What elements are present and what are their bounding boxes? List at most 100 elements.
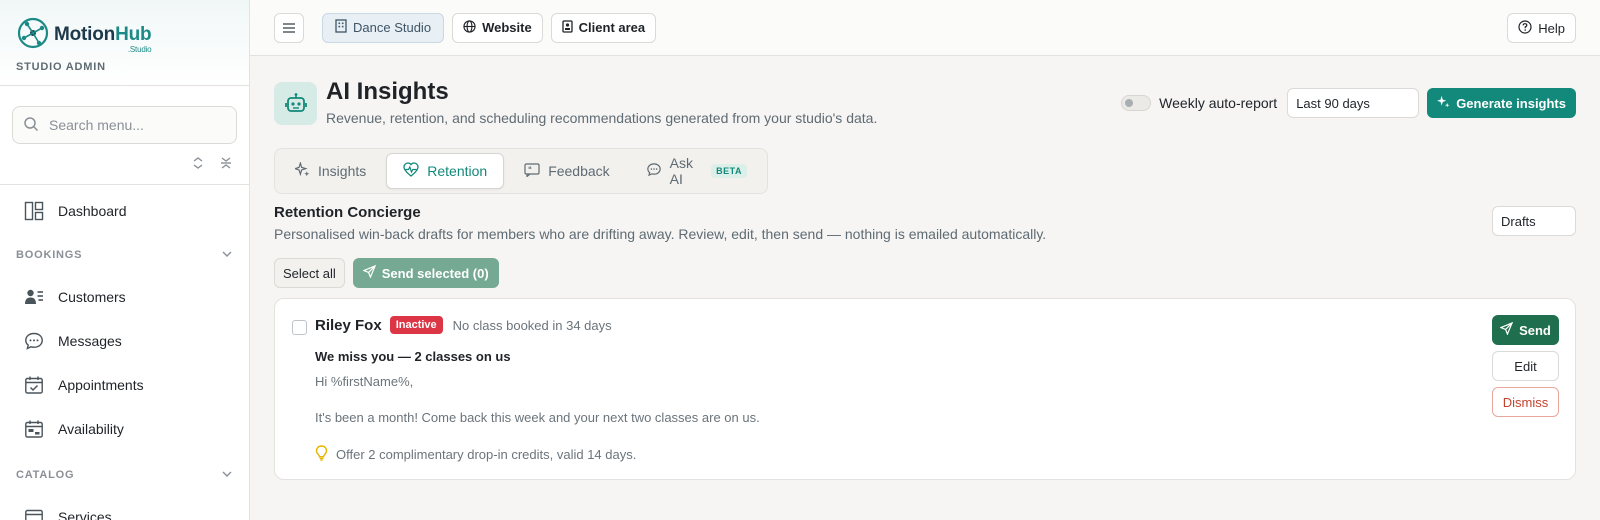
studio-switcher[interactable]: Dance Studio bbox=[322, 12, 445, 43]
dismiss-button[interactable]: Dismiss bbox=[1492, 387, 1559, 417]
logo-text-motion: Motion bbox=[54, 23, 116, 45]
section-title: BOOKINGS bbox=[16, 249, 83, 261]
chevron-down-icon bbox=[221, 468, 233, 483]
quote-icon: ❝ bbox=[524, 162, 540, 180]
send-button[interactable]: Send bbox=[1492, 315, 1559, 345]
studio-name: Dance Studio bbox=[353, 20, 432, 35]
sidebar-item-label: Availability bbox=[58, 421, 124, 437]
section-title: CATALOG bbox=[16, 469, 75, 481]
tab-insights[interactable]: Insights bbox=[279, 153, 382, 189]
draft-actions: Send Edit Dismiss bbox=[1492, 315, 1559, 417]
chat-bubble-icon bbox=[646, 162, 662, 180]
status-badge: Inactive bbox=[389, 316, 443, 334]
page-title: AI Insights bbox=[326, 78, 449, 105]
section-catalog[interactable]: CATALOG bbox=[0, 455, 249, 495]
edit-button[interactable]: Edit bbox=[1492, 351, 1559, 381]
menu-toggle-button[interactable] bbox=[274, 12, 304, 43]
services-icon bbox=[24, 507, 44, 520]
globe-icon bbox=[463, 19, 476, 36]
website-label: Website bbox=[482, 20, 532, 35]
page-subtitle: Revenue, retention, and scheduling recom… bbox=[326, 110, 878, 126]
client-area-label: Client area bbox=[578, 20, 646, 35]
logo[interactable]: MotionHub .Studio bbox=[16, 16, 233, 54]
website-link[interactable]: Website bbox=[452, 12, 543, 43]
sparkle-icon bbox=[1437, 95, 1450, 111]
date-range-select[interactable]: Last 90 days bbox=[1287, 88, 1420, 118]
section-title: Retention Concierge bbox=[274, 204, 421, 221]
header-controls: Weekly auto-report Last 90 days Generate… bbox=[1121, 88, 1576, 118]
offer-suggestion: Offer 2 complimentary drop-in credits, v… bbox=[315, 445, 636, 464]
sidebar-item-label: Dashboard bbox=[58, 203, 127, 219]
retention-concierge-header: Retention Concierge Personalised win-bac… bbox=[274, 204, 1576, 276]
send-label: Send bbox=[1519, 322, 1551, 338]
dashboard-icon bbox=[24, 201, 44, 221]
tab-label: Insights bbox=[318, 163, 367, 179]
motionhub-logo-icon bbox=[16, 16, 50, 53]
tab-retention[interactable]: Retention bbox=[386, 153, 505, 189]
draft-select-checkbox[interactable] bbox=[292, 320, 307, 335]
hamburger-icon bbox=[283, 20, 295, 36]
search-placeholder: Search menu... bbox=[49, 117, 144, 133]
beta-badge: BETA bbox=[711, 164, 747, 178]
tab-ask-ai[interactable]: Ask AI BETA bbox=[630, 153, 763, 189]
email-greeting: Hi %firstName%, bbox=[315, 374, 414, 389]
sidebar-item-services[interactable]: Services bbox=[0, 495, 249, 520]
help-circle-icon bbox=[1518, 19, 1532, 37]
sidebar-item-dashboard[interactable]: Dashboard bbox=[0, 189, 249, 233]
brand-area: MotionHub .Studio STUDIO ADMIN bbox=[0, 0, 249, 86]
logo-wordmark: MotionHub .Studio bbox=[54, 23, 152, 54]
page-header: AI Insights Revenue, retention, and sche… bbox=[274, 56, 1576, 148]
help-button[interactable]: Help bbox=[1507, 13, 1576, 43]
section-subtitle: Personalised win-back drafts for members… bbox=[274, 226, 1047, 242]
chevron-down-icon bbox=[221, 248, 233, 263]
sidebar-item-appointments[interactable]: Appointments bbox=[0, 363, 249, 407]
dismiss-label: Dismiss bbox=[1502, 394, 1549, 410]
sidebar-item-label: Customers bbox=[58, 289, 126, 305]
draft-card: Riley Fox Inactive No class booked in 34… bbox=[274, 298, 1576, 480]
logo-text-hub: Hub bbox=[115, 23, 152, 45]
chat-bubble-icon bbox=[24, 331, 44, 351]
tab-label: Feedback bbox=[548, 163, 610, 179]
draft-card-header: Riley Fox Inactive No class booked in 34… bbox=[315, 316, 612, 334]
client-area-link[interactable]: Client area bbox=[550, 12, 657, 43]
sidebar-item-label: Messages bbox=[58, 333, 122, 349]
badge-id-icon bbox=[562, 19, 573, 36]
sidebar-item-messages[interactable]: Messages bbox=[0, 319, 249, 363]
email-body: It's been a month! Come back this week a… bbox=[315, 410, 760, 425]
sidebar-item-availability[interactable]: Availability bbox=[0, 407, 249, 451]
collapse-all-icon[interactable] bbox=[217, 154, 235, 172]
role-label: STUDIO ADMIN bbox=[16, 61, 106, 73]
drafts-filter-select[interactable]: Drafts bbox=[1492, 206, 1576, 236]
edit-label: Edit bbox=[1514, 358, 1537, 374]
email-subject: We miss you — 2 classes on us bbox=[315, 349, 511, 364]
calendar-check-icon bbox=[24, 375, 44, 395]
sidebar-item-customers[interactable]: Customers bbox=[0, 275, 249, 319]
sidebar-item-label: Appointments bbox=[58, 377, 144, 393]
logo-sub-label: Studio bbox=[129, 44, 152, 54]
paper-plane-icon bbox=[1499, 321, 1514, 338]
search-input[interactable]: Search menu... bbox=[12, 106, 237, 144]
svg-text:❝: ❝ bbox=[528, 165, 532, 173]
building-icon bbox=[335, 19, 347, 36]
robot-icon bbox=[274, 82, 317, 125]
generate-insights-button[interactable]: Generate insights bbox=[1427, 88, 1576, 118]
weekly-auto-report-label: Weekly auto-report bbox=[1159, 95, 1278, 111]
generate-insights-label: Generate insights bbox=[1456, 95, 1566, 111]
help-label: Help bbox=[1538, 20, 1565, 36]
sidebar-item-label: Services bbox=[58, 509, 112, 520]
search-icon bbox=[23, 116, 39, 135]
tab-feedback[interactable]: ❝ Feedback bbox=[508, 153, 625, 189]
tab-label: Retention bbox=[427, 163, 488, 179]
heart-pulse-icon bbox=[403, 162, 419, 180]
drafts-filter-value: Drafts bbox=[1501, 213, 1536, 229]
offer-text: Offer 2 complimentary drop-in credits, v… bbox=[336, 447, 637, 462]
calendar-schedule-icon bbox=[24, 419, 44, 439]
sidebar-divider bbox=[0, 184, 249, 185]
expand-all-icon[interactable] bbox=[189, 154, 207, 172]
member-name: Riley Fox bbox=[315, 316, 382, 334]
section-bookings[interactable]: BOOKINGS bbox=[0, 235, 249, 275]
logo-subtext: .Studio bbox=[127, 44, 152, 54]
weekly-auto-report-toggle[interactable] bbox=[1121, 95, 1152, 111]
lightbulb-icon bbox=[315, 445, 328, 464]
date-range-value: Last 90 days bbox=[1296, 95, 1370, 111]
